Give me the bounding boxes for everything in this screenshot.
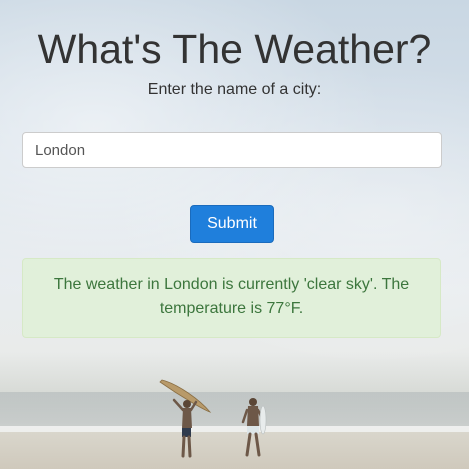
city-input[interactable]	[22, 132, 442, 168]
city-prompt-label: Enter the name of a city:	[147, 81, 322, 98]
weather-result-text: The weather in London is currently 'clea…	[53, 276, 410, 317]
weather-result-alert: The weather in London is currently 'clea…	[22, 258, 441, 338]
surfer-one	[172, 398, 198, 458]
submit-button[interactable]: Submit	[190, 205, 274, 243]
surfer-two	[241, 398, 267, 457]
page-title: What's The Weather?	[37, 26, 432, 72]
surfers-illustration	[159, 379, 267, 458]
